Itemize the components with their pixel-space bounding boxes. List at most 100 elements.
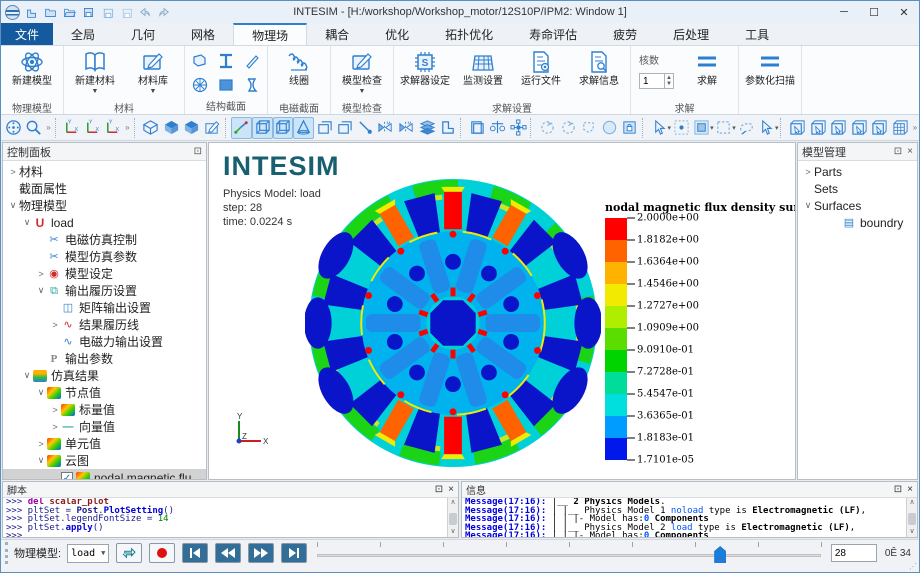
collapse-arrow-icon[interactable]: ∨ xyxy=(35,455,47,466)
tab-拓扑优化[interactable]: 拓扑优化 xyxy=(427,23,511,45)
box-select-icon[interactable] xyxy=(714,117,735,139)
select-cursor-icon[interactable] xyxy=(649,117,670,139)
gridsec-icon[interactable] xyxy=(189,75,211,95)
script-console[interactable]: >>> del scalar_plot>>> pltSet = Post.Plo… xyxy=(3,498,447,537)
core-count-input[interactable] xyxy=(639,73,665,89)
cone-icon[interactable] xyxy=(293,117,314,139)
lock-grid-icon[interactable] xyxy=(620,117,641,139)
float-panel-icon[interactable]: ⊡ xyxy=(435,484,443,495)
collapse-arrow-icon[interactable]: ∨ xyxy=(802,200,814,211)
iso-view-icon[interactable] xyxy=(140,117,161,139)
tab-几何[interactable]: 几何 xyxy=(113,23,173,45)
toolbar-overflow-icon[interactable]: » xyxy=(44,123,52,132)
float-panel-icon[interactable]: ⊡ xyxy=(894,146,902,157)
slider-track[interactable] xyxy=(317,554,820,557)
node-icon[interactable] xyxy=(508,117,529,139)
pick-node-icon[interactable] xyxy=(787,117,808,139)
dash-poly-icon[interactable] xyxy=(578,117,599,139)
mirror-right-icon[interactable]: M xyxy=(396,117,417,139)
collapse-arrow-icon[interactable]: ∨ xyxy=(35,387,47,398)
slider-thumb[interactable] xyxy=(714,546,726,563)
expand-arrow-icon[interactable]: > xyxy=(49,422,61,432)
expand-arrow-icon[interactable]: > xyxy=(35,269,47,279)
expand-arrow-icon[interactable]: > xyxy=(802,167,814,177)
float-panel-icon[interactable]: ⊡ xyxy=(194,146,202,157)
cursor2-icon[interactable] xyxy=(756,117,777,139)
dash-circle-icon[interactable] xyxy=(599,117,620,139)
box3d-icon[interactable] xyxy=(273,117,294,139)
channel-icon[interactable] xyxy=(241,75,263,95)
tree-item-物理模型[interactable]: ∨物理模型 xyxy=(3,197,206,214)
bed-icon[interactable] xyxy=(437,117,458,139)
pick-body-icon[interactable] xyxy=(849,117,870,139)
pick-part-icon[interactable] xyxy=(870,117,891,139)
maximize-button[interactable]: ☐ xyxy=(859,2,889,22)
ribbon-button-线圈[interactable]: 线圈 xyxy=(270,47,328,99)
resize-grip-icon[interactable]: ⋰ xyxy=(909,562,917,571)
tree-item-电磁力输出设置[interactable]: ∿电磁力输出设置 xyxy=(3,333,206,350)
toolbar-grip[interactable] xyxy=(5,542,10,564)
tree-item-仿真结果[interactable]: ∨仿真结果 xyxy=(3,367,206,384)
tree-item-标量值[interactable]: >标量值 xyxy=(3,401,206,418)
last-frame-button[interactable] xyxy=(281,543,307,563)
collapse-arrow-icon[interactable]: ∨ xyxy=(35,285,47,296)
pan-icon[interactable] xyxy=(3,117,24,139)
ribbon-button-求解器设定[interactable]: S求解器设定 xyxy=(396,47,454,99)
section-icon[interactable] xyxy=(334,117,355,139)
collapse-arrow-icon[interactable]: ∨ xyxy=(21,217,33,228)
ribbon-button-求解信息[interactable]: 求解信息 xyxy=(570,47,628,99)
script-scrollbar[interactable]: ∧∨ xyxy=(447,498,458,537)
tab-寿命评估[interactable]: 寿命评估 xyxy=(511,23,595,45)
expand-arrow-icon[interactable]: > xyxy=(49,405,61,415)
step-back-button[interactable] xyxy=(215,543,241,563)
ribbon-button-运行文件[interactable]: 运行文件 xyxy=(512,47,570,99)
toolbar-overflow-icon[interactable]: » xyxy=(911,123,919,132)
tree-item-nodal magnetic flu...[interactable]: ✓nodal magnetic flu... xyxy=(3,469,206,479)
ribbon-button-材料库[interactable]: 材料库▼ xyxy=(124,47,182,99)
chevron-down-icon[interactable]: ▾ xyxy=(775,124,779,132)
close-panel-icon[interactable]: × xyxy=(907,484,913,495)
tree-item-模型仿真参数[interactable]: ✂模型仿真参数 xyxy=(3,248,206,265)
tree-item-节点值[interactable]: ∨节点值 xyxy=(3,384,206,401)
model-item-boundry[interactable]: ▤boundry xyxy=(798,214,917,231)
lasso-icon[interactable] xyxy=(736,117,757,139)
save-all-icon[interactable] xyxy=(118,5,134,20)
toolbar-overflow-icon[interactable]: » xyxy=(123,123,131,132)
stack-icon[interactable] xyxy=(417,117,438,139)
pick-face-icon[interactable] xyxy=(828,117,849,139)
tree-item-输出履历设置[interactable]: ∨⧉输出履历设置 xyxy=(3,282,206,299)
dash-rot2-icon[interactable] xyxy=(558,117,579,139)
tab-耦合[interactable]: 耦合 xyxy=(307,23,367,45)
view-zx-icon[interactable]: YX xyxy=(82,117,103,139)
rotate-icon[interactable] xyxy=(231,117,252,139)
tree-item-材料[interactable]: >材料 xyxy=(3,163,206,180)
minimize-button[interactable]: ─ xyxy=(829,2,859,22)
ribbon-button-参数化扫描[interactable]: 参数化扫描 xyxy=(741,47,799,99)
tree-item-矩阵输出设置[interactable]: ◫矩阵输出设置 xyxy=(3,299,206,316)
step-forward-button[interactable] xyxy=(248,543,274,563)
tab-file[interactable]: 文件 xyxy=(1,23,53,45)
shade-view-icon[interactable] xyxy=(161,117,182,139)
close-panel-icon[interactable]: × xyxy=(907,146,913,157)
expand-arrow-icon[interactable]: > xyxy=(35,439,47,449)
model-item-Sets[interactable]: Sets xyxy=(798,180,917,197)
pen-icon[interactable] xyxy=(241,51,263,71)
ribbon-button-新建模型[interactable]: 新建模型 xyxy=(3,47,61,99)
balance-icon[interactable] xyxy=(487,117,508,139)
save-icon[interactable] xyxy=(80,5,96,20)
tree-item-模型设定[interactable]: >◉模型设定 xyxy=(3,265,206,282)
beam-icon[interactable] xyxy=(189,51,211,71)
ribbon-button-新建材料[interactable]: 新建材料▼ xyxy=(66,47,124,99)
pick-edge-icon[interactable] xyxy=(808,117,829,139)
pick-mesh-icon[interactable] xyxy=(890,117,911,139)
ibeam-icon[interactable] xyxy=(215,51,237,71)
expand-arrow-icon[interactable]: > xyxy=(49,320,61,330)
tree-item-单元值[interactable]: >单元值 xyxy=(3,435,206,452)
tree-item-输出参数[interactable]: P输出参数 xyxy=(3,350,206,367)
wirebox-icon[interactable] xyxy=(252,117,273,139)
tree-item-截面属性[interactable]: 截面属性 xyxy=(3,180,206,197)
ribbon-button-模型检查[interactable]: 模型检查▼ xyxy=(333,47,391,99)
undo-icon[interactable] xyxy=(137,5,153,20)
graphics-viewport[interactable]: INTESIM Physics Model: load step: 28 tim… xyxy=(208,142,796,480)
redo-icon[interactable] xyxy=(156,5,172,20)
